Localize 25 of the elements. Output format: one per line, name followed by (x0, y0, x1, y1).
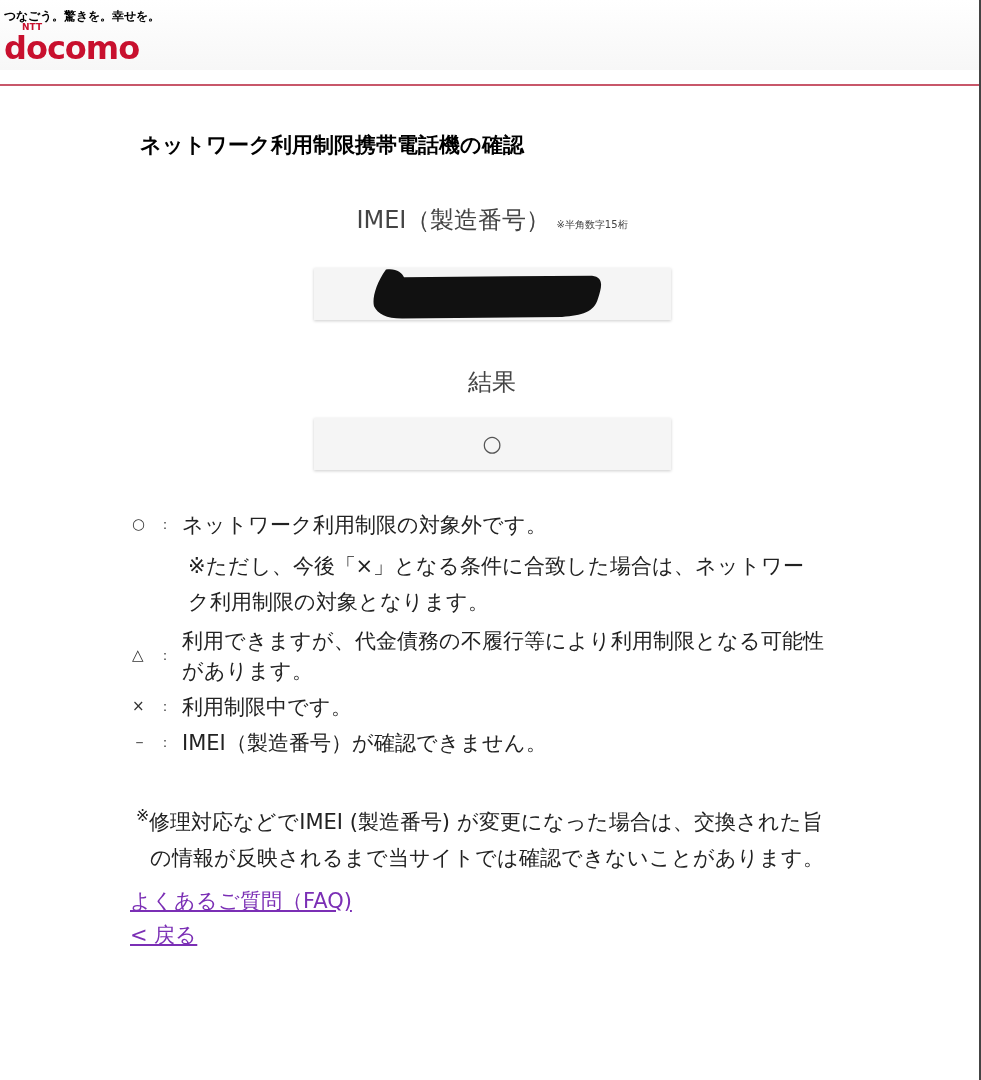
separator: ： (158, 646, 173, 665)
field-label: IMEI（製造番号） (356, 204, 551, 236)
legend-symbol: ○ (132, 514, 147, 536)
page-title: ネットワーク利用制限携帯電話機の確認 (140, 132, 526, 159)
imei-field[interactable] (313, 267, 671, 320)
result-field: ○ (313, 417, 671, 470)
text-link[interactable]: よくあるご質問（FAQ) (130, 883, 352, 918)
field-label: 結果 (468, 366, 516, 398)
text-link[interactable]: < 戻る (130, 917, 198, 952)
legend-symbol: × (132, 696, 146, 718)
legend-text: 利用制限中です。 (182, 693, 353, 721)
logo-text: docomo (4, 32, 140, 64)
footnote: $^{※}$修理対応などでIMEI (製造番号) が変更になった場合は、交換された旨の情報が反映されるまで当サイトでは確認できないことがあります。 (136, 804, 825, 872)
field-hint: ※半角数字15桁 (556, 217, 628, 232)
legend-symbol: － (132, 732, 148, 754)
separator: ： (158, 515, 173, 534)
tagline: つなごう。驚きを。幸せを。 (4, 10, 161, 22)
separator: ： (158, 733, 173, 752)
legend-text: ネットワーク利用制限の対象外です。 (182, 511, 548, 539)
logo-mark: NTT (22, 23, 43, 32)
legend-note: ※ただし、今後「×」となる条件に合致した場合は、ネットワーク利用制限の対象となります。 (188, 552, 806, 616)
legend-text: IMEI（製造番号）が確認できません。 (182, 729, 548, 757)
separator: ： (158, 697, 173, 716)
legend-text: 利用できますが、代金債務の不履行等により利用制限となる可能性があります。 (182, 627, 825, 685)
legend-symbol: △ (132, 645, 145, 667)
